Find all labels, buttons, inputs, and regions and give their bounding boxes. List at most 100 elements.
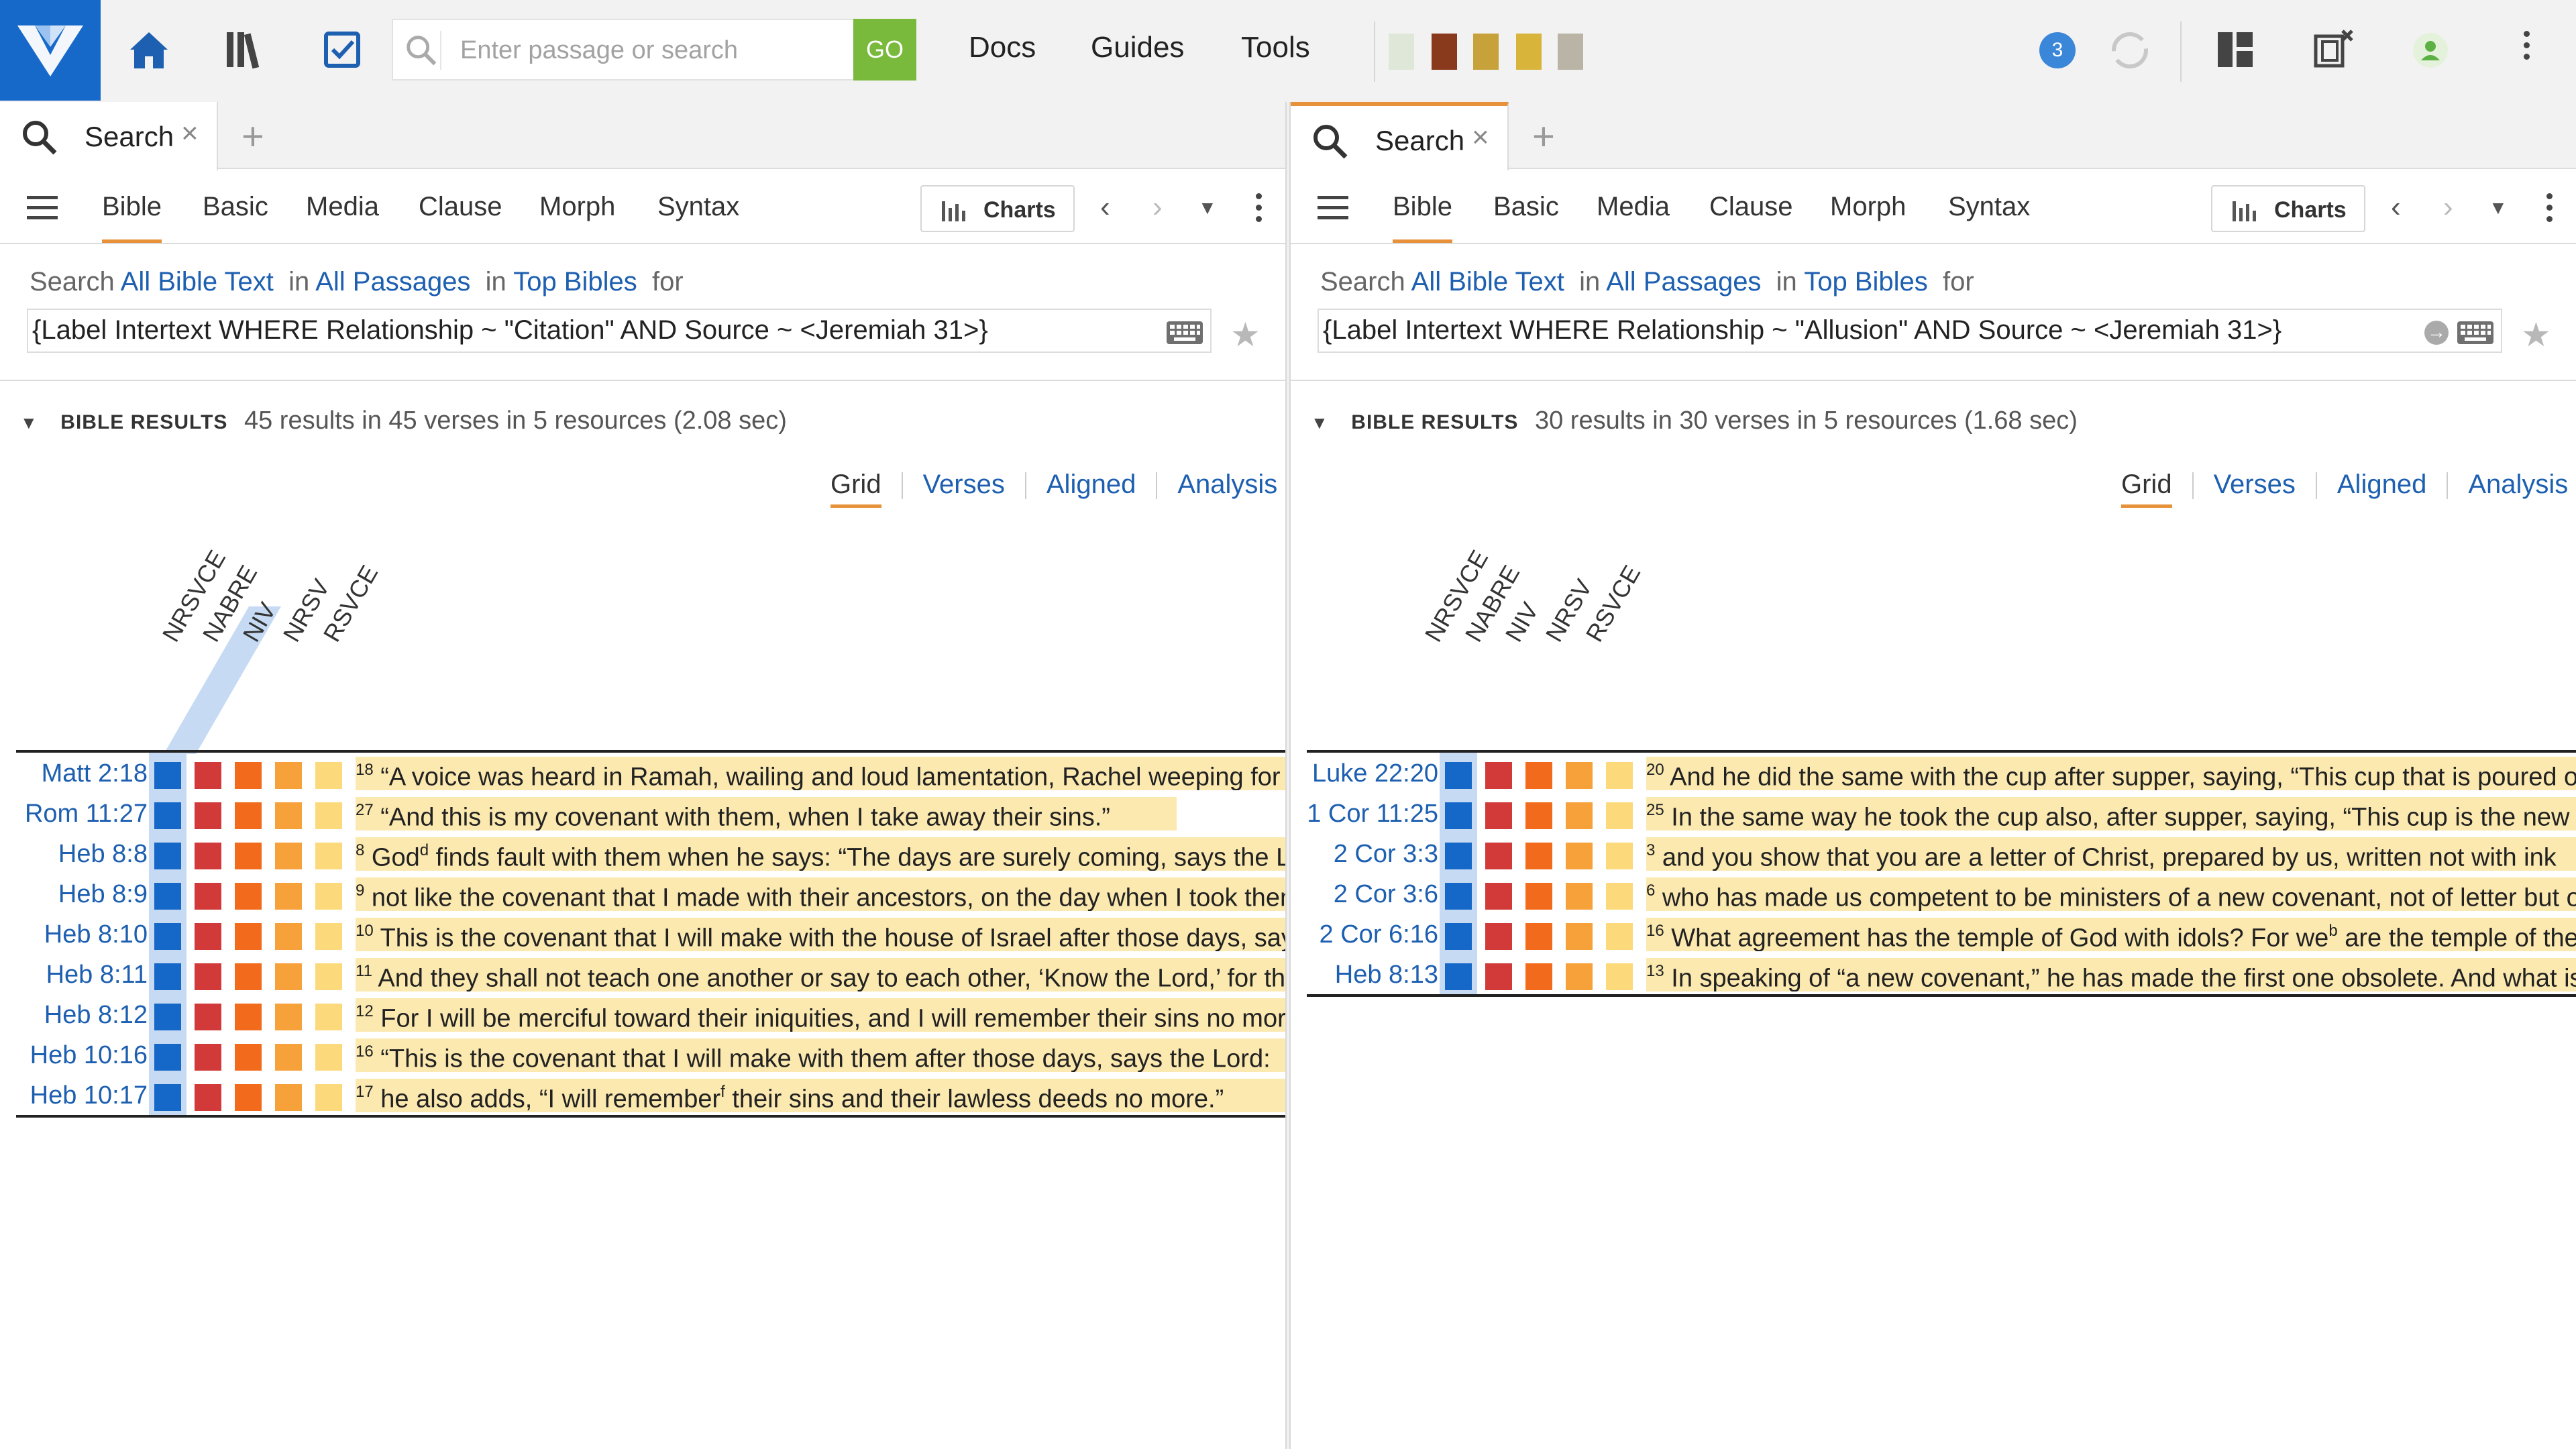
collapse-results-icon[interactable]: ▼ (1311, 413, 1328, 433)
favorite-star-icon[interactable]: ★ (1230, 315, 1260, 354)
result-cell-nrsv[interactable] (275, 1084, 302, 1111)
result-cell-nrsvce[interactable] (154, 1044, 181, 1071)
result-cell-nrsvce[interactable] (154, 1004, 181, 1030)
menu-guides[interactable]: Guides (1091, 31, 1184, 64)
result-cell-nrsvce[interactable] (1445, 802, 1472, 829)
result-cell-nrsv[interactable] (275, 923, 302, 950)
result-cell-rsvce[interactable] (1606, 843, 1633, 869)
result-cell-niv[interactable] (235, 1004, 262, 1030)
book-cover-icon[interactable] (1432, 34, 1457, 70)
book-cover-icon[interactable] (1516, 34, 1542, 70)
subtab-basic[interactable]: Basic (203, 192, 268, 222)
result-cell-nrsv[interactable] (275, 802, 302, 829)
subtab-clause[interactable]: Clause (1709, 192, 1793, 222)
result-row[interactable]: Heb 8:12 12 For I will be merciful toward… (16, 994, 1285, 1034)
result-cell-nrsvce[interactable] (154, 802, 181, 829)
verse-text[interactable]: 13 In speaking of “a new covenant,” he h… (1646, 958, 2576, 991)
subtab-clause[interactable]: Clause (419, 192, 502, 222)
verse-reference-link[interactable]: Heb 10:16 (16, 1041, 148, 1070)
passage-search-input[interactable] (460, 30, 809, 71)
verse-reference-link[interactable]: Luke 22:20 (1307, 759, 1438, 788)
result-cell-rsvce[interactable] (315, 762, 342, 789)
verse-text[interactable]: 11 And they shall not teach one another … (356, 958, 1285, 991)
result-cell-nrsv[interactable] (275, 883, 302, 910)
run-search-icon[interactable]: → (2424, 321, 2449, 345)
result-row[interactable]: Heb 10:17 17 he also adds, “I will rememb… (16, 1075, 1285, 1115)
view-aligned[interactable]: Aligned (2337, 470, 2426, 499)
verse-reference-link[interactable]: 2 Cor 3:3 (1307, 840, 1438, 869)
result-cell-nrsv[interactable] (1566, 923, 1593, 950)
verse-text[interactable]: 16 What agreement has the temple of God … (1646, 918, 2576, 951)
result-cell-nrsvce[interactable] (154, 963, 181, 990)
result-cell-nrsv[interactable] (1566, 963, 1593, 990)
verse-text[interactable]: 12 For I will be merciful toward their i… (356, 998, 1285, 1032)
result-cell-niv[interactable] (235, 1044, 262, 1071)
result-cell-nabre[interactable] (195, 963, 221, 990)
result-cell-niv[interactable] (1525, 843, 1552, 869)
result-cell-nrsv[interactable] (275, 762, 302, 789)
result-cell-nabre[interactable] (1485, 762, 1512, 789)
result-row[interactable]: Matt 2:18 18 “A voice was heard in Ramah,… (16, 753, 1285, 793)
result-cell-niv[interactable] (1525, 802, 1552, 829)
subtab-syntax[interactable]: Syntax (1948, 192, 2030, 222)
verse-reference-link[interactable]: Heb 8:9 (16, 880, 148, 909)
result-row[interactable]: 2 Cor 6:16 16 What agreement has the temp… (1307, 914, 2576, 954)
result-cell-niv[interactable] (1525, 883, 1552, 910)
result-cell-niv[interactable] (235, 923, 262, 950)
result-cell-nrsv[interactable] (275, 843, 302, 869)
result-cell-rsvce[interactable] (315, 883, 342, 910)
panel-menu-icon[interactable] (27, 196, 58, 220)
result-row[interactable]: Heb 8:13 13 In speaking of “a new covenan… (1307, 954, 2576, 994)
result-row[interactable]: Luke 22:20 20 And he did the same with th… (1307, 753, 2576, 793)
result-cell-nabre[interactable] (1485, 963, 1512, 990)
view-analysis[interactable]: Analysis (1177, 470, 1277, 499)
keyboard-icon[interactable] (1166, 321, 1203, 345)
result-cell-nrsv[interactable] (1566, 843, 1593, 869)
result-cell-nabre[interactable] (195, 883, 221, 910)
footnote-marker[interactable]: f (720, 1083, 725, 1101)
verse-reference-link[interactable]: 1 Cor 11:25 (1307, 800, 1438, 828)
panel-more-icon[interactable] (1256, 193, 1263, 227)
result-row[interactable]: Heb 8:8 8 Godd finds fault with them when… (16, 833, 1285, 873)
verse-text[interactable]: 8 Godd finds fault with them when he say… (356, 837, 1285, 871)
result-cell-nrsvce[interactable] (1445, 883, 1472, 910)
result-cell-nabre[interactable] (1485, 923, 1512, 950)
result-cell-nabre[interactable] (195, 762, 221, 789)
result-cell-nabre[interactable] (195, 1084, 221, 1111)
menu-docs[interactable]: Docs (969, 31, 1036, 64)
panel-more-icon[interactable] (2546, 193, 2553, 227)
result-cell-rsvce[interactable] (315, 802, 342, 829)
result-cell-nabre[interactable] (195, 1004, 221, 1030)
back-icon[interactable]: ‹ (2391, 191, 2401, 224)
verse-text[interactable]: 9 not like the covenant that I made with… (356, 877, 1285, 911)
subtab-basic[interactable]: Basic (1493, 192, 1559, 222)
verse-text[interactable]: 6 who has made us competent to be minist… (1646, 877, 2576, 911)
new-tab-icon[interactable]: + (241, 114, 264, 159)
result-row[interactable]: Heb 10:16 16 “This is the covenant that I… (16, 1034, 1285, 1075)
scope-passages-link[interactable]: All Passages (315, 267, 470, 297)
library-icon[interactable] (221, 25, 270, 74)
scope-text-link[interactable]: All Bible Text (1411, 267, 1564, 297)
result-cell-rsvce[interactable] (315, 963, 342, 990)
result-cell-niv[interactable] (1525, 762, 1552, 789)
result-cell-niv[interactable] (1525, 923, 1552, 950)
view-analysis[interactable]: Analysis (2468, 470, 2568, 499)
sync-icon[interactable] (2108, 28, 2152, 72)
result-cell-niv[interactable] (235, 762, 262, 789)
logos-logo[interactable] (0, 0, 101, 101)
result-cell-nabre[interactable] (195, 1044, 221, 1071)
result-cell-nrsv[interactable] (275, 1004, 302, 1030)
result-cell-nrsvce[interactable] (154, 843, 181, 869)
verse-reference-link[interactable]: 2 Cor 3:6 (1307, 880, 1438, 909)
verse-reference-link[interactable]: Heb 8:8 (16, 840, 148, 869)
forward-icon[interactable]: › (1152, 191, 1163, 224)
result-cell-nrsv[interactable] (275, 963, 302, 990)
close-tab-icon[interactable]: × (181, 117, 199, 150)
go-button[interactable]: GO (853, 19, 916, 80)
result-row[interactable]: 1 Cor 11:25 25 In the same way he took th… (1307, 793, 2576, 833)
view-verses[interactable]: Verses (923, 470, 1005, 499)
result-cell-nrsv[interactable] (1566, 762, 1593, 789)
verse-reference-link[interactable]: Heb 8:13 (1307, 961, 1438, 989)
forward-icon[interactable]: › (2443, 191, 2453, 224)
book-cover-icon[interactable] (1558, 34, 1583, 70)
